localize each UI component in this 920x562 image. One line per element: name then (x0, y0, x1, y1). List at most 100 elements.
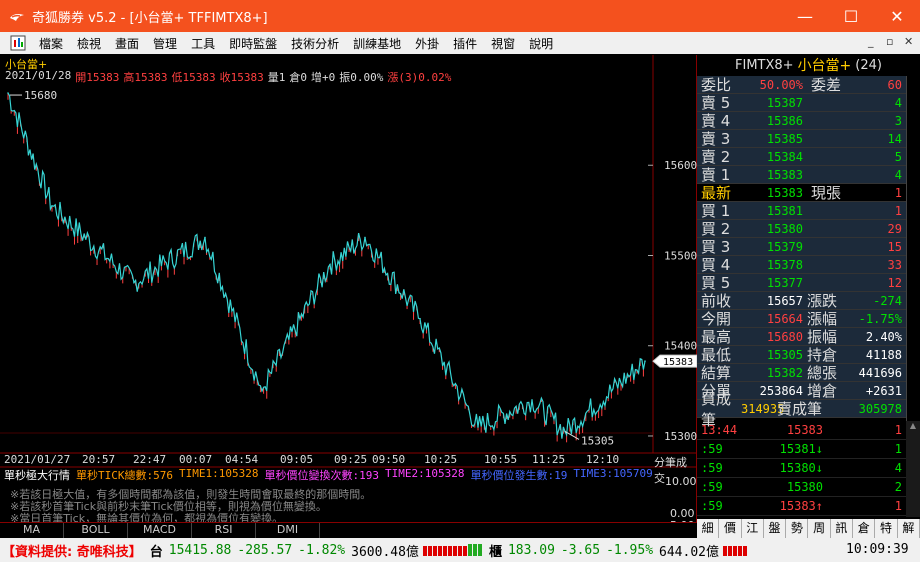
menu-item-tools[interactable]: 工具 (184, 35, 222, 52)
row-value: 15384 (766, 149, 803, 164)
close-icon[interactable]: ✕ (874, 0, 920, 32)
tab-boll[interactable]: BOLL (64, 523, 128, 538)
breadth-segment (457, 546, 462, 556)
taiex-value: 15415.88 (168, 542, 232, 558)
quote-tab[interactable]: 特 (875, 519, 898, 538)
tick-time: :59 (701, 442, 723, 456)
tab-ma[interactable]: MA (0, 523, 64, 538)
maximize-icon[interactable]: ☐ (828, 0, 874, 32)
indicator-tabs: MA BOLL MACD RSI DMI (0, 522, 697, 538)
price-point (364, 236, 366, 239)
stat-value: 15664 (766, 311, 803, 326)
row-label-2: 委差 (811, 76, 842, 94)
tick-price: 15381↓ (779, 442, 823, 456)
quote-tabs: 細價江盤勢周訊倉特解 (697, 519, 920, 538)
chart-pane: 小台當+ 2021/01/28 開15383 高15383 低15383 收15383… (0, 55, 697, 532)
tick-row: :59 15380↓ 4 (697, 459, 906, 478)
row-qty: 14 (887, 131, 902, 146)
menu-item-window[interactable]: 視窗 (484, 35, 522, 52)
quote-count: (24) (855, 57, 882, 73)
menu-item-file[interactable]: 檔案 (32, 35, 70, 52)
price-point (644, 360, 646, 362)
breadth-segment (728, 546, 732, 556)
time-tick: 2021/01/27 (4, 453, 71, 466)
time-tick: 10:55 (484, 453, 518, 466)
otc-value: 183.09 (507, 542, 555, 558)
quote-tab[interactable]: 盤 (764, 519, 787, 538)
price-point (477, 426, 479, 428)
stat-value: 15305 (766, 347, 803, 362)
row-qty: 1 (894, 185, 902, 200)
taiex-amount: 3600.48億 (351, 544, 419, 560)
menu-item-help[interactable]: 說明 (522, 35, 560, 52)
tick-time: 13:44 (701, 423, 738, 437)
status-bar: 【資料提供: 奇唯科技】 台 15415.88 -285.57 -1.82% 3… (0, 538, 920, 562)
menu-item-view[interactable]: 檢視 (70, 35, 108, 52)
menu-item-screen[interactable]: 畫面 (108, 35, 146, 52)
menu-item-addon[interactable]: 插件 (446, 35, 484, 52)
breadth-segment (723, 546, 727, 556)
mdi-minimize-icon[interactable]: _ (868, 35, 874, 48)
stat-value-2: 441696 (858, 365, 902, 380)
tab-rsi[interactable]: RSI (192, 523, 256, 538)
tab-dmi[interactable]: DMI (256, 523, 320, 538)
y-tick-label: 15300 (664, 430, 697, 443)
quote-tab[interactable]: 周 (808, 519, 831, 538)
menu-item-plugin[interactable]: 外掛 (408, 35, 446, 52)
scroll-up-icon[interactable]: ▲ (906, 421, 920, 430)
otc-breadth-bar (723, 546, 747, 556)
last-price-label: 15383 (663, 357, 693, 368)
quote-tab[interactable]: 價 (719, 519, 742, 538)
quote-tab[interactable]: 江 (742, 519, 764, 538)
row-value: 15383 (766, 167, 803, 182)
row-value: 15378 (766, 257, 803, 272)
low-label: 15305 (581, 434, 614, 447)
y-tick-label: 15400 (664, 340, 697, 353)
sub-stat: 單秒價位變換次數:193 (264, 469, 379, 482)
tick-row: :59 15383↑ 1 (697, 497, 906, 516)
tick-price: 15380↓ (779, 461, 823, 475)
sub-notes: ※若該日極大值，有多個時間都為該值，則發生時間會取最終的那個時間。 ※若該秒首筆… (10, 489, 371, 525)
mdi-restore-icon[interactable]: ▫ (886, 35, 893, 48)
price-chart[interactable]: 15600 15500 15400 15300 15680 15305 15383 (0, 55, 697, 522)
quote-header: FIMTX8+ 小台當+ (24) (697, 55, 920, 75)
fox-logo-icon (10, 14, 24, 21)
menu-item-monitor[interactable]: 即時監盤 (222, 35, 284, 52)
tick-price: 15383↑ (779, 499, 823, 513)
tick-time: :59 (701, 461, 723, 475)
tick-scrollbar[interactable]: ▲ (906, 421, 920, 517)
tick-qty: 1 (894, 442, 902, 456)
minimize-icon[interactable]: — (782, 0, 828, 32)
time-tick: 10:25 (424, 453, 458, 466)
tick-price: 15380 (786, 480, 823, 494)
tick-row: :59 15380 2 (697, 478, 906, 497)
quote-tab[interactable]: 解 (898, 519, 920, 538)
breadth-segment (733, 546, 737, 556)
menu-item-technical[interactable]: 技術分析 (284, 35, 346, 52)
tab-macd[interactable]: MACD (128, 523, 192, 538)
quote-tab[interactable]: 細 (697, 519, 720, 538)
breadth-segment (462, 546, 467, 556)
sub-panel-title: 單秒極大行情 (4, 469, 70, 482)
clock: 10:09:39 (846, 542, 909, 557)
stat-value: 15657 (766, 293, 803, 308)
sub-stat: 單秒TICK總數:576 (76, 469, 173, 482)
quote-tab[interactable]: 倉 (853, 519, 876, 538)
quote-name: 小台當+ (797, 58, 852, 74)
mdi-close-icon[interactable]: ✕ (904, 35, 913, 48)
quote-scrollbar[interactable] (906, 76, 920, 431)
menu-item-manage[interactable]: 管理 (146, 35, 184, 52)
price-point (51, 205, 53, 207)
quote-tab[interactable]: 勢 (786, 519, 809, 538)
menu-bar: 檔案 檢視 畫面 管理 工具 即時監盤 技術分析 訓練基地 外掛 插件 視窗 說… (0, 32, 920, 54)
row-value: 15386 (766, 113, 803, 128)
y-tick-label: 15500 (664, 249, 697, 262)
menu-item-training[interactable]: 訓練基地 (346, 35, 408, 52)
tick-row: :59 15381↓ 1 (697, 440, 906, 459)
tick-qty: 4 (894, 461, 902, 475)
chart-doc-icon[interactable] (10, 35, 26, 51)
stat-value-2: 41188 (865, 347, 902, 362)
quote-tab[interactable]: 訊 (831, 519, 854, 538)
row-value: 15385 (766, 131, 803, 146)
row-value: 50.00% (759, 77, 803, 92)
